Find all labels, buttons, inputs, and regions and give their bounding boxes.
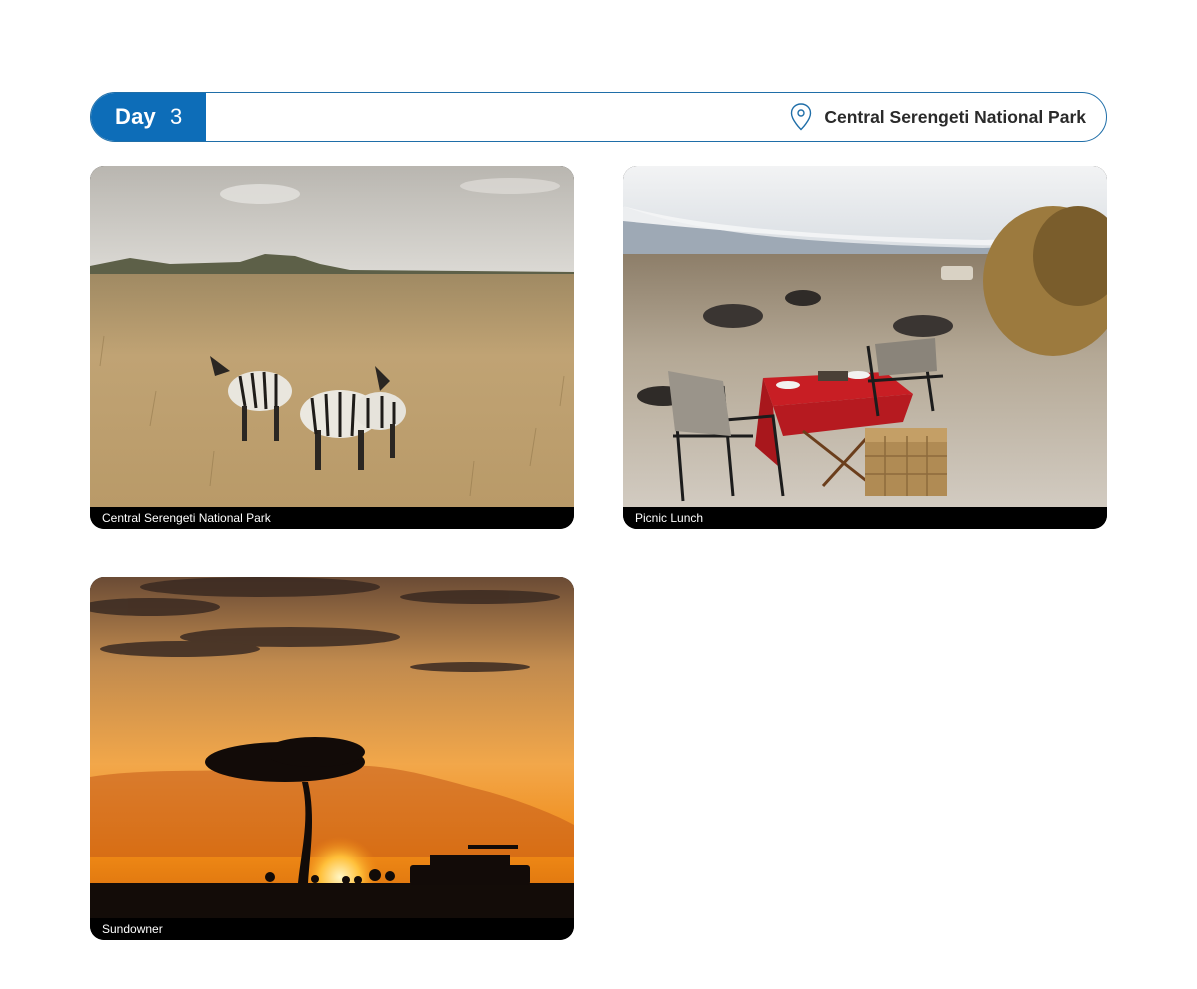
photo-card-sundowner: Sundowner bbox=[90, 577, 574, 940]
day-number: 3 bbox=[169, 104, 183, 129]
photo-caption: Picnic Lunch bbox=[623, 507, 1107, 529]
photo-caption: Sundowner bbox=[90, 918, 574, 940]
sunset-acacia-photo bbox=[90, 577, 574, 918]
location: Central Serengeti National Park bbox=[788, 93, 1086, 141]
picnic-lunch-photo bbox=[623, 166, 1107, 507]
day-label: Day bbox=[115, 104, 156, 129]
map-pin-icon bbox=[791, 103, 812, 131]
day-header-bar: Day 3 Central Serengeti National Park bbox=[90, 92, 1107, 142]
photo-caption: Central Serengeti National Park bbox=[90, 507, 574, 529]
location-name: Central Serengeti National Park bbox=[824, 106, 1086, 127]
photo-card-serengeti: Central Serengeti National Park bbox=[90, 166, 574, 529]
zebra-savannah-photo bbox=[90, 166, 574, 507]
day-badge: Day 3 bbox=[91, 93, 206, 141]
photo-card-picnic: Picnic Lunch bbox=[623, 166, 1107, 529]
